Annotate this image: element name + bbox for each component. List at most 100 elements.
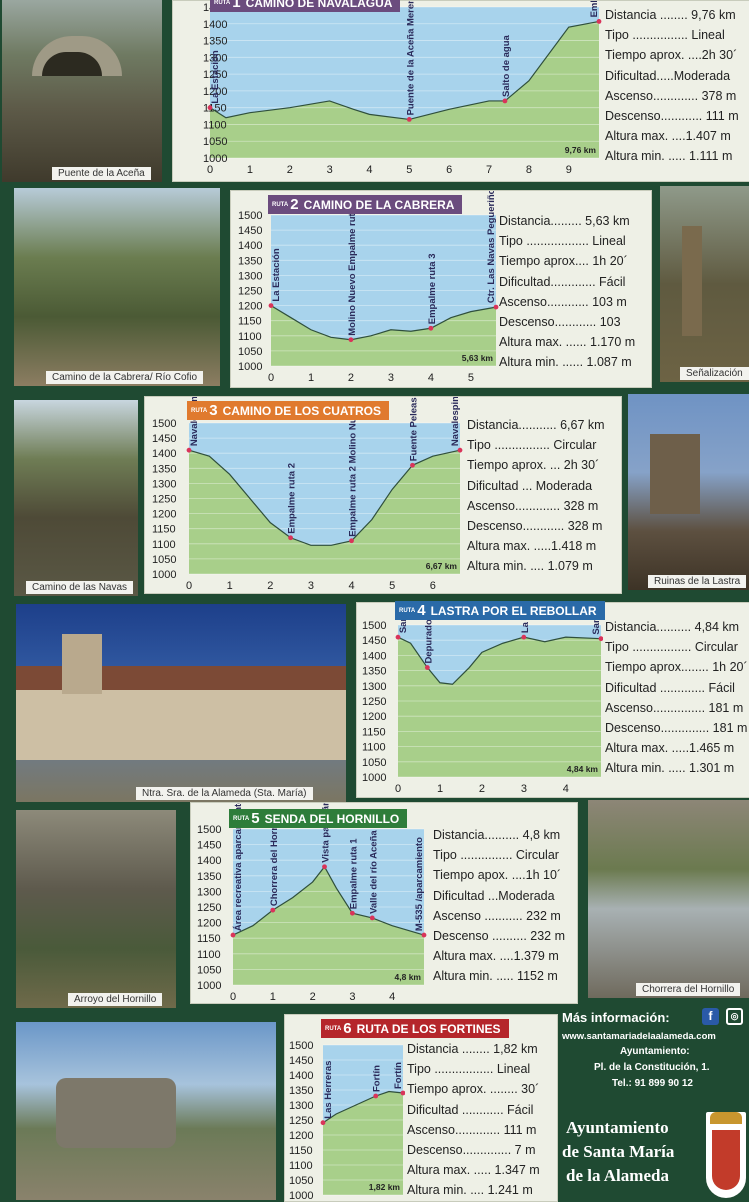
photo-bridge: Puente de la Aceña [2, 0, 162, 182]
caption-bridge: Puente de la Aceña [52, 167, 151, 180]
y-tick-label: 1400 [203, 19, 227, 31]
x-tick-label: 9 [566, 164, 572, 176]
route-6-title: RUTA 6 RUTA DE LOS FORTINES [321, 1019, 509, 1038]
photo-lastra-ruins: Ruinas de la Lastra [628, 394, 749, 590]
y-tick-label: 1450 [238, 225, 262, 237]
y-tick-label: 1000 [289, 1190, 313, 1201]
x-tick-label: 3 [521, 783, 527, 795]
y-tick-label: 1150 [238, 316, 262, 328]
instagram-icon[interactable]: ◎ [726, 1008, 743, 1025]
x-tick-label: 3 [388, 372, 394, 384]
stat-line: Altura min. ..... 1.111 m [605, 149, 733, 164]
distance-end-label: 5,63 km [462, 353, 494, 363]
rock-fort-shape [56, 1078, 176, 1148]
caption-navas: Camino de las Navas [26, 581, 134, 594]
route-4-elevation-chart: 1500 1450 1400 1350 1300 1250 1200 1150 1100 1050… [362, 603, 603, 795]
route-1-panel: 1450140013501300125012001150110010501000… [172, 0, 749, 182]
brand-line-2: de Santa María [562, 1142, 675, 1161]
waypoint-marker [493, 304, 499, 310]
waypoint-label: Fuente Peleas [408, 397, 419, 461]
x-tick-label: 7 [486, 164, 492, 176]
y-tick-label: 1300 [238, 270, 262, 282]
y-tick-label: 1250 [152, 494, 176, 506]
x-tick-label: 0 [395, 783, 401, 795]
waypoint-marker [502, 98, 508, 104]
waypoint-marker [521, 634, 527, 640]
route-6-panel: 1500 1450 1400 1350 1300 1250 1200 1150 1100 1050… [284, 1014, 558, 1202]
website-link[interactable]: www.santamariadelaalameda.com [562, 1031, 716, 1042]
stat-line: Distancia........... 6,67 km [467, 418, 605, 432]
stat-line: Distancia......... 5,63 km [499, 214, 630, 228]
waypoint-label: Valle del río Aceña [368, 830, 379, 914]
y-tick-label: 1100 [152, 539, 176, 551]
y-tick-label: 1200 [197, 918, 221, 930]
stat-line: Descenso............ 111 m [605, 109, 739, 124]
waypoint-label: Embalse del Tobar [589, 1, 600, 17]
waypoint-marker [322, 864, 327, 870]
stat-line: Altura max. .....1.418 m [467, 539, 597, 554]
waypoint-marker [373, 1093, 379, 1099]
waypoint-marker [410, 462, 415, 468]
x-tick-label: 0 [268, 372, 274, 384]
stat-line: Distancia.......... 4,84 km [605, 620, 740, 634]
distance-end-label: 6,67 km [426, 561, 458, 571]
y-tick-label: 1400 [362, 650, 386, 662]
y-tick-label: 1250 [238, 286, 262, 298]
x-tick-label: 5 [468, 372, 474, 384]
x-tick-label: 4 [349, 580, 355, 592]
waypoint-label: Fortín [372, 1065, 383, 1092]
waypoint-marker [348, 337, 354, 343]
y-tick-label: 1350 [152, 463, 176, 475]
caption-hornillo-stream: Arroyo del Hornillo [68, 993, 163, 1006]
waypoint-label: La Estación [210, 50, 221, 104]
y-tick-label: 1000 [152, 569, 176, 581]
route-1-title: RUTA 1 CAMINO DE NAVALAGUA [210, 0, 401, 12]
route-5-title: RUTA 5 SENDA DEL HORNILLO [229, 809, 408, 828]
y-tick-label: 1050 [197, 964, 221, 976]
waypoint-marker [428, 325, 434, 331]
stat-line: Ascenso............... 181 m [605, 700, 744, 715]
stat-line: Descenso............ 103 [499, 315, 621, 330]
y-tick-label: 1050 [203, 136, 227, 148]
stat-line: Descenso.............. 7 m [407, 1143, 536, 1158]
x-tick-label: 1 [437, 783, 443, 795]
waypoint-marker [406, 117, 412, 122]
x-tick-label: 1 [308, 372, 314, 384]
x-tick-label: 5 [406, 164, 412, 176]
waypoint-marker [395, 634, 401, 640]
org-label: Ayuntamiento: [620, 1046, 690, 1057]
waypoint-marker [349, 910, 355, 916]
waypoint-label: Fortín [393, 1062, 404, 1089]
church-tower-shape [62, 634, 102, 694]
x-tick-label: 4 [428, 372, 434, 384]
route-2-stats: Distancia......... 5,63 km Tipo .........… [499, 211, 635, 373]
x-tick-label: 4 [563, 783, 569, 795]
waypoint-marker [596, 19, 602, 24]
y-tick-label: 1050 [289, 1175, 313, 1187]
waypoint-label: Empalme ruta 2 Molino Nuevo [348, 401, 359, 537]
y-tick-label: 1350 [203, 36, 227, 48]
x-tick-label: 3 [308, 580, 314, 592]
y-tick-label: 1200 [152, 509, 176, 521]
caption-chorrera: Chorrera del Hornillo [636, 983, 741, 996]
route-3-stats: Distancia........... 6,67 km Tipo .......… [467, 415, 605, 577]
waypoint-marker [207, 105, 213, 111]
y-tick-label: 1400 [197, 855, 221, 867]
facebook-icon[interactable]: f [702, 1008, 719, 1025]
route-5-panel: 1500 1450 1400 1350 1300 1250 1200 1150 1100 1050… [190, 802, 578, 1004]
waypoint-label: Molino Nuevo Empalme ruta 3 [347, 200, 358, 336]
route-3-title: RUTA 3 CAMINO DE LOS CUATROS [187, 401, 390, 420]
photo-cabrera: Camino de la Cabrera/ Río Cofio [14, 188, 220, 386]
stat-line: Altura min. .... 1.079 m [467, 559, 593, 574]
ruins-shape [650, 434, 700, 514]
stat-line: Dificultad ............. Fácil [605, 680, 735, 695]
stat-line: Altura max. ...... 1.170 m [499, 335, 636, 350]
y-tick-label: 1500 [197, 824, 221, 836]
route-3-panel: 1500 1450 1400 1350 1300 1250 1200 1150 1100 1050… [144, 396, 622, 594]
x-tick-label: 2 [348, 372, 354, 384]
y-tick-label: 1050 [362, 757, 386, 769]
waypoint-label: Ctr. Las Navas Pegueriños [486, 191, 497, 303]
y-tick-label: 1100 [238, 331, 262, 343]
brand-line-3: de la Alameda [566, 1166, 669, 1185]
stat-line: Tiempo aprox........ 1h 20´ [605, 660, 748, 675]
